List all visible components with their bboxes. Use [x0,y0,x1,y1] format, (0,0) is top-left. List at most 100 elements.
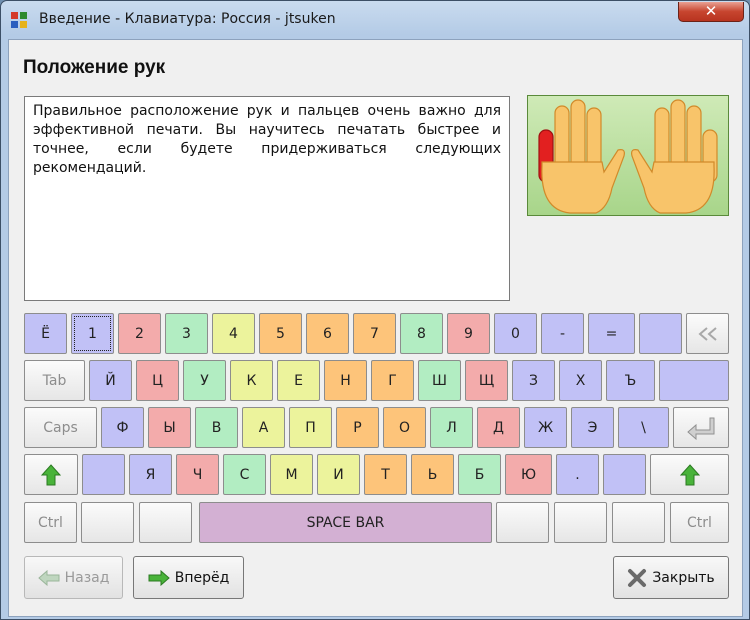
key-ы[interactable]: Ы [148,407,191,448]
key-label: З [529,372,538,389]
key-label: Й [105,372,116,389]
arrow-right-icon [148,569,170,586]
key-ъ[interactable]: Ъ [606,360,655,401]
key-label: Щ [478,372,495,389]
key-ь[interactable]: Ь [411,454,454,495]
close-icon: ✕ [704,2,718,20]
key-6[interactable]: 6 [306,313,349,354]
key-shift[interactable] [24,454,78,495]
backspace-icon [697,326,719,341]
key-н[interactable]: Н [324,360,367,401]
key-label: 5 [276,325,285,342]
key-и[interactable]: И [317,454,360,495]
key-space[interactable]: SPACE BAR [199,502,492,543]
app-logo-icon [11,12,27,28]
key-ctrl[interactable]: Ctrl [24,502,77,543]
key-shift[interactable] [650,454,729,495]
key-blank[interactable] [639,313,682,354]
key-к[interactable]: К [230,360,273,401]
key-ж[interactable]: Ж [524,407,567,448]
key-label: 2 [135,325,144,342]
key-label: В [211,419,222,436]
key-2[interactable]: 2 [118,313,161,354]
key-label: Ю [520,466,537,483]
shift-icon [41,463,61,486]
key-ю[interactable]: Ю [505,454,552,495]
back-button[interactable]: Назад [24,556,123,599]
key-label: И [333,466,344,483]
key-label: 1 [88,325,97,342]
key-д[interactable]: Д [477,407,520,448]
title-bar[interactable]: Введение - Клавиатура: Россия - jtsuken … [1,1,749,39]
key-blank[interactable] [612,502,665,543]
key-с[interactable]: С [223,454,266,495]
key-а[interactable]: А [242,407,285,448]
key-label: Б [474,466,485,483]
key-я[interactable]: Я [129,454,172,495]
key-ч[interactable]: Ч [176,454,219,495]
key-ш[interactable]: Ш [418,360,461,401]
key-г[interactable]: Г [371,360,414,401]
key-л[interactable]: Л [430,407,473,448]
key-щ[interactable]: Щ [465,360,508,401]
key-о[interactable]: О [383,407,426,448]
key-label: Tab [42,372,67,389]
key-х[interactable]: Х [559,360,602,401]
forward-button[interactable]: Вперёд [133,556,244,599]
key-blank[interactable] [496,502,549,543]
key-label: Ctrl [38,514,63,531]
key-blank[interactable] [139,502,192,543]
window-close-button[interactable]: ✕ [678,2,744,22]
close-dialog-button[interactable]: Закрыть [613,556,729,599]
key-blank[interactable] [82,454,125,495]
close-dialog-button-label: Закрыть [652,569,715,586]
key-8[interactable]: 8 [400,313,443,354]
key-р[interactable]: Р [336,407,379,448]
key-9[interactable]: 9 [447,313,490,354]
key-label: Р [353,419,362,436]
key-7[interactable]: 7 [353,313,396,354]
key-label: 8 [417,325,426,342]
key-label: Н [340,372,351,389]
key-blank[interactable] [603,454,646,495]
key-label: Caps [43,419,78,436]
key-enter[interactable] [673,407,729,448]
key-label: Х [575,372,586,389]
key-label: 6 [323,325,332,342]
key-blank[interactable] [659,360,729,401]
key-symbol[interactable]: - [541,313,584,354]
key-blank[interactable] [81,502,134,543]
key-5[interactable]: 5 [259,313,302,354]
key-symbol[interactable]: = [588,313,635,354]
key-в[interactable]: В [195,407,238,448]
key-1[interactable]: 1 [71,313,114,354]
key-з[interactable]: З [512,360,555,401]
key-т[interactable]: Т [364,454,407,495]
key-б[interactable]: Б [458,454,501,495]
key-ё[interactable]: Ё [24,313,67,354]
key-tab[interactable]: Tab [24,360,85,401]
key-п[interactable]: П [289,407,332,448]
key-ctrl[interactable]: Ctrl [670,502,729,543]
back-button-label: Назад [64,569,110,586]
key-label: Ctrl [687,514,712,531]
key-symbol[interactable]: \ [618,407,669,448]
key-label: Е [294,372,303,389]
key-э[interactable]: Э [571,407,614,448]
key-caps[interactable]: Caps [24,407,97,448]
key-е[interactable]: Е [277,360,320,401]
key-backspace[interactable] [686,313,729,354]
key-label: Ы [163,419,176,436]
key-ц[interactable]: Ц [136,360,179,401]
lesson-panel: Положение рук Правильное расположение ру… [8,39,743,617]
key-symbol[interactable]: . [556,454,599,495]
key-у[interactable]: У [183,360,226,401]
key-4[interactable]: 4 [212,313,255,354]
key-й[interactable]: Й [89,360,132,401]
key-ф[interactable]: Ф [101,407,144,448]
key-0[interactable]: 0 [494,313,537,354]
key-blank[interactable] [554,502,607,543]
key-label: 4 [229,325,238,342]
key-м[interactable]: М [270,454,313,495]
key-3[interactable]: 3 [165,313,208,354]
